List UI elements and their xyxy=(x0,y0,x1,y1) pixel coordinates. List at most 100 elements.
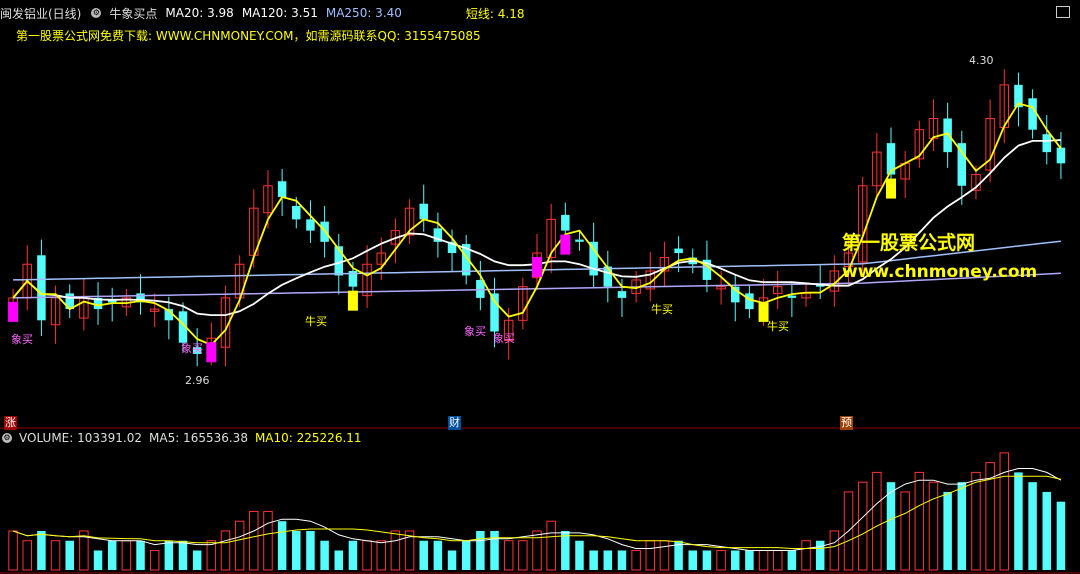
volume-header: ⚙ VOLUME: 103391.02 MA5: 165536.38 MA10:… xyxy=(0,431,369,445)
volume-bar xyxy=(433,540,443,570)
volume-bar xyxy=(787,550,797,570)
volume-bar xyxy=(376,540,386,571)
candle xyxy=(745,293,754,310)
volume-bar xyxy=(659,540,670,571)
volume-bar xyxy=(348,540,358,570)
volume-bar xyxy=(730,550,740,570)
volume-bar xyxy=(857,481,868,571)
xiang-buy-label: 象买 xyxy=(464,325,486,338)
xiang-buy-label: 象买 xyxy=(181,342,203,355)
candle xyxy=(306,219,315,231)
volume-bar xyxy=(716,549,726,571)
volume-bar xyxy=(93,550,103,570)
niu-buy-marker xyxy=(758,301,769,322)
volume-bar xyxy=(164,540,174,570)
volume-bar xyxy=(447,550,457,570)
volume-bar xyxy=(249,510,259,571)
candle xyxy=(419,203,428,220)
niu-buy-label: 牛买 xyxy=(305,315,327,328)
candle xyxy=(292,205,301,220)
volume-bar xyxy=(65,540,74,570)
volume-bar xyxy=(971,471,981,571)
low-label: 2.96 xyxy=(185,374,210,387)
volume-bar xyxy=(320,540,329,570)
niu-buy-label: 牛买 xyxy=(767,320,789,333)
volume-bar xyxy=(37,530,46,570)
candle xyxy=(617,291,627,298)
volume-bar xyxy=(121,540,132,571)
niu-buy-marker xyxy=(347,290,358,311)
xiang-buy-label: 象买 xyxy=(493,332,515,345)
volume-bar xyxy=(277,521,287,570)
volume-bar xyxy=(136,540,145,570)
volume-bar xyxy=(1056,501,1066,570)
volume-bar xyxy=(107,540,117,570)
volume-bar xyxy=(772,549,783,571)
volume-bar xyxy=(1028,482,1037,570)
candle xyxy=(490,293,499,332)
volume-bar xyxy=(603,550,613,570)
volume-bar xyxy=(928,481,939,571)
volume-bar xyxy=(617,550,627,570)
volume-bar xyxy=(957,482,967,570)
candle xyxy=(787,295,797,298)
volume-bar xyxy=(886,482,896,570)
candle xyxy=(943,118,952,153)
volume-bar xyxy=(518,540,528,571)
volume-settings-icon[interactable]: ⚙ xyxy=(2,433,12,443)
xiang-buy-marker xyxy=(206,342,217,363)
volume-bar xyxy=(702,550,712,570)
volume-bar xyxy=(943,491,952,570)
volume-bar xyxy=(206,540,217,571)
volume-bar xyxy=(999,452,1010,571)
volume-bar xyxy=(631,549,641,571)
candle xyxy=(603,266,613,287)
volume-ma10-readout: MA10: 225226.11 xyxy=(254,431,362,445)
volume-bar xyxy=(561,530,570,570)
volume-bar xyxy=(575,540,584,570)
xiang-buy-marker xyxy=(8,301,19,322)
volume-bar xyxy=(1014,472,1023,570)
volume-readout: VOLUME: 103391.02 xyxy=(19,431,142,445)
xiang-buy-label: 象买 xyxy=(11,333,33,346)
volume-bar xyxy=(22,540,32,571)
niu-buy-marker xyxy=(886,178,896,199)
volume-ma5-readout: MA5: 165536.38 xyxy=(149,431,248,445)
candle xyxy=(561,214,570,231)
volume-bar xyxy=(390,530,401,571)
candle xyxy=(37,255,46,321)
volume-bar xyxy=(645,540,656,571)
volume-bar xyxy=(178,540,188,570)
volume-bar xyxy=(220,530,231,571)
volume-bar xyxy=(149,549,160,571)
volume-bar xyxy=(914,471,925,571)
volume-bar xyxy=(419,540,428,570)
niu-buy-label: 牛买 xyxy=(651,303,673,316)
candle xyxy=(575,239,584,242)
volume-bar xyxy=(745,550,754,570)
volume-bar xyxy=(263,510,273,571)
volume-bar xyxy=(362,540,372,571)
volume-bar xyxy=(8,530,18,571)
volume-bar xyxy=(815,540,825,570)
volume-bar xyxy=(334,550,344,570)
volume-bar xyxy=(476,530,485,570)
volume-bar xyxy=(829,530,840,571)
tag-zhang[interactable]: 涨 xyxy=(4,416,17,430)
price-volume-chart[interactable] xyxy=(0,0,1080,574)
tag-cai[interactable]: 财 xyxy=(448,416,461,430)
volume-bar xyxy=(532,530,542,571)
watermark-url: www.chnmoney.com xyxy=(842,262,1038,282)
high-label: 4.30 xyxy=(969,54,994,67)
candle xyxy=(1042,134,1052,153)
candle xyxy=(1028,98,1037,130)
tag-yu[interactable]: 预 xyxy=(840,416,853,430)
xiang-buy-marker xyxy=(532,257,542,278)
volume-ma10-line xyxy=(12,475,1062,549)
short-line xyxy=(12,102,1062,347)
candle xyxy=(674,248,683,254)
volume-bar xyxy=(546,520,556,571)
candle xyxy=(1056,147,1066,164)
xiang-buy-marker xyxy=(560,234,571,255)
volume-bar xyxy=(900,491,910,571)
